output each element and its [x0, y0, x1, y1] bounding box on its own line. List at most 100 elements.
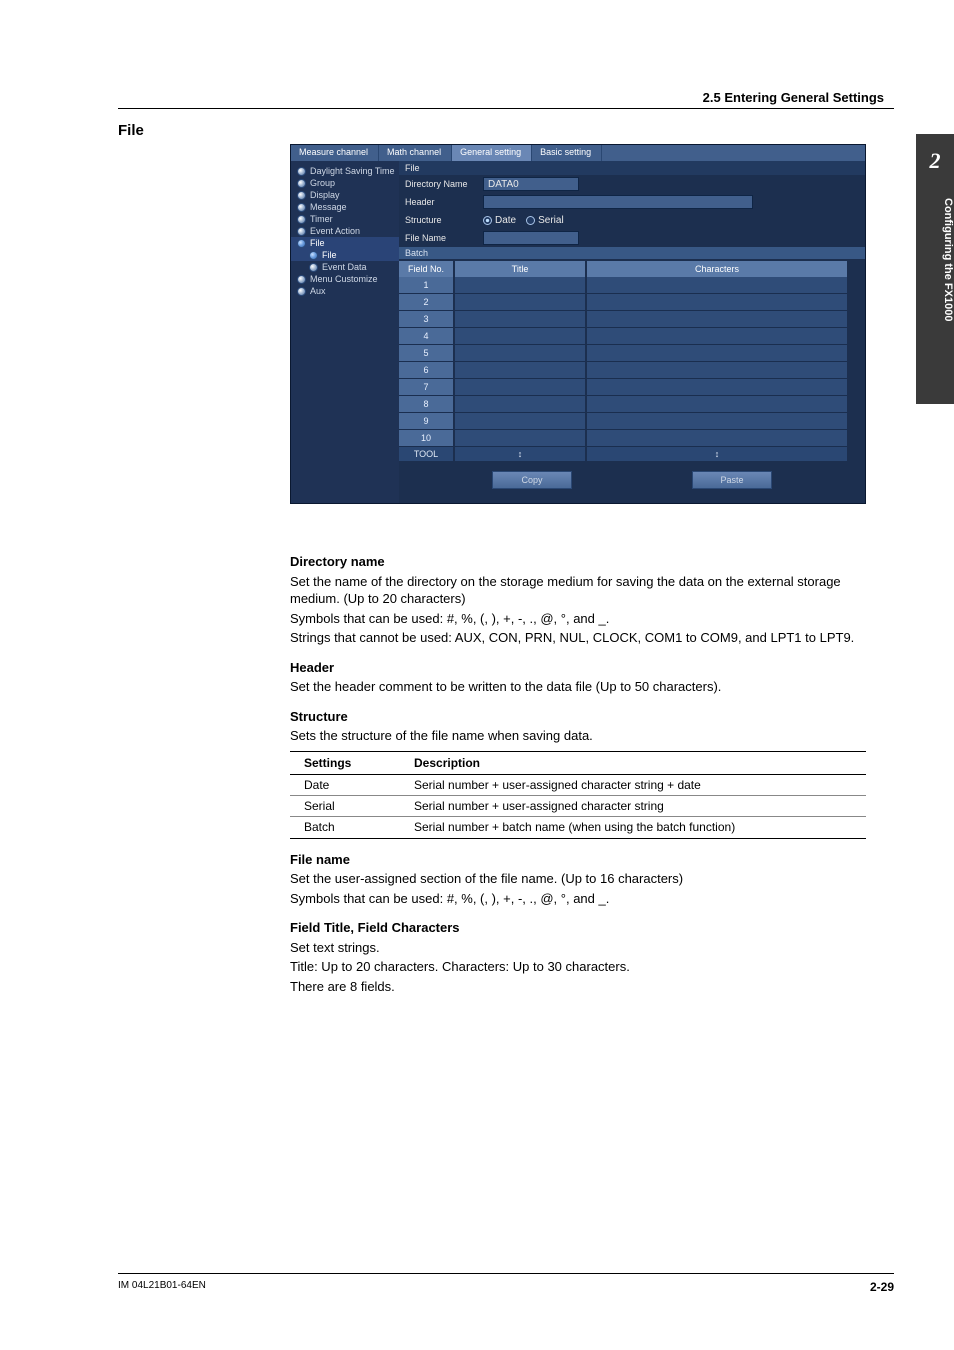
page-footer: IM 04L21B01-64EN 2-29 [118, 1273, 894, 1294]
tab-general-setting[interactable]: General setting [452, 145, 532, 161]
chapter-number: 2 [916, 148, 954, 174]
table-cell: Serial number + user-assigned character … [400, 775, 866, 796]
field-grid: Field No. Title Characters 1 2 3 4 5 6 7… [399, 261, 865, 461]
grid-row-num: 9 [399, 413, 453, 430]
filename-label: File Name [405, 233, 483, 243]
radio-icon [297, 287, 306, 296]
grid-cell-characters[interactable] [587, 328, 847, 345]
sidebar-item-file-sub[interactable]: File [291, 249, 399, 261]
body-text: There are 8 fields. [290, 978, 866, 996]
structure-option-date[interactable]: Date [483, 215, 516, 226]
sidebar-item-aux[interactable]: Aux [291, 285, 399, 297]
grid-cell-title[interactable] [455, 294, 585, 311]
grid-row-num: 5 [399, 345, 453, 362]
radio-icon [297, 239, 306, 248]
chapter-side-tab: 2 Configuring the FX1000 [916, 134, 954, 404]
sidebar-item-menu-customize[interactable]: Menu Customize [291, 273, 399, 285]
table-cell: Date [290, 775, 400, 796]
copy-button[interactable]: Copy [492, 471, 572, 489]
radio-icon [309, 251, 318, 260]
heading-structure: Structure [290, 708, 866, 726]
sidebar-item-label: Event Action [310, 226, 360, 236]
footer-doc-id: IM 04L21B01-64EN [118, 1280, 206, 1294]
grid-cell-characters[interactable] [587, 430, 847, 447]
grid-cell-characters[interactable] [587, 413, 847, 430]
tab-measure-channel[interactable]: Measure channel [291, 145, 379, 161]
body-text: Set the name of the directory on the sto… [290, 573, 866, 608]
sidebar-item-event-action[interactable]: Event Action [291, 225, 399, 237]
grid-cell-title[interactable] [455, 277, 585, 294]
grid-row-num: 4 [399, 328, 453, 345]
heading-file-name: File name [290, 851, 866, 869]
footer-rule [118, 1273, 894, 1274]
sidebar-item-message[interactable]: Message [291, 201, 399, 213]
table-cell: Serial number + batch name (when using t… [400, 817, 866, 838]
grid-header-characters: Characters [587, 261, 847, 277]
grid-row-num: 7 [399, 379, 453, 396]
body-text: Sets the structure of the file name when… [290, 727, 866, 745]
sidebar-item-label: Timer [310, 214, 333, 224]
option-label: Serial [538, 215, 564, 226]
grid-tool-title-scroll[interactable]: ↕ [455, 447, 585, 461]
grid-row-num: 6 [399, 362, 453, 379]
grid-cell-title[interactable] [455, 413, 585, 430]
grid-cell-characters[interactable] [587, 311, 847, 328]
sidebar-item-label: Display [310, 190, 340, 200]
grid-cell-title[interactable] [455, 430, 585, 447]
structure-option-serial[interactable]: Serial [526, 215, 564, 226]
directory-input[interactable]: DATA0 [483, 177, 579, 191]
grid-cell-title[interactable] [455, 362, 585, 379]
grid-header-title: Title [455, 261, 585, 277]
tab-basic-setting[interactable]: Basic setting [532, 145, 602, 161]
body-text: Title: Up to 20 characters. Characters: … [290, 958, 866, 976]
sidebar-item-label: Message [310, 202, 347, 212]
table-header-settings: Settings [290, 751, 400, 774]
sidebar-item-timer[interactable]: Timer [291, 213, 399, 225]
grid-cell-characters[interactable] [587, 294, 847, 311]
header-input[interactable] [483, 195, 753, 209]
sidebar-item-dst[interactable]: Daylight Saving Time [291, 165, 399, 177]
header-rule [118, 108, 894, 109]
radio-icon [297, 203, 306, 212]
body-text: Symbols that can be used: #, %, (, ), +,… [290, 610, 866, 628]
structure-settings-table: Settings Description DateSerial number +… [290, 751, 866, 839]
radio-icon [297, 275, 306, 284]
filename-input[interactable] [483, 231, 579, 245]
grid-cell-title[interactable] [455, 345, 585, 362]
pane-title: File [399, 161, 865, 175]
sidebar-item-label: File [322, 250, 337, 260]
sidebar-item-file[interactable]: File [291, 237, 399, 249]
body-text: Symbols that can be used: #, %, (, ), +,… [290, 890, 866, 908]
radio-icon [297, 227, 306, 236]
grid-cell-characters[interactable] [587, 277, 847, 294]
sidebar-item-group[interactable]: Group [291, 177, 399, 189]
grid-row-num: 2 [399, 294, 453, 311]
sidebar-item-display[interactable]: Display [291, 189, 399, 201]
app-window: Measure channel Math channel General set… [290, 144, 866, 504]
tab-math-channel[interactable]: Math channel [379, 145, 452, 161]
grid-row-num: 1 [399, 277, 453, 294]
grid-cell-characters[interactable] [587, 379, 847, 396]
table-cell: Serial number + user-assigned character … [400, 796, 866, 817]
header-section-title: 2.5 Entering General Settings [703, 90, 884, 105]
sidebar-item-label: File [310, 238, 325, 248]
grid-tool-characters-scroll[interactable]: ↕ [587, 447, 847, 461]
radio-icon [309, 263, 318, 272]
grid-cell-characters[interactable] [587, 345, 847, 362]
grid-row-num: 3 [399, 311, 453, 328]
grid-cell-title[interactable] [455, 379, 585, 396]
paste-button[interactable]: Paste [692, 471, 772, 489]
sidebar-item-label: Event Data [322, 262, 367, 272]
table-header-description: Description [400, 751, 866, 774]
grid-cell-title[interactable] [455, 328, 585, 345]
sidebar-item-label: Daylight Saving Time [310, 166, 395, 176]
grid-cell-title[interactable] [455, 311, 585, 328]
main-tabbar: Measure channel Math channel General set… [291, 145, 865, 161]
heading-field-title-characters: Field Title, Field Characters [290, 919, 866, 937]
grid-cell-title[interactable] [455, 396, 585, 413]
sidebar-item-event-data[interactable]: Event Data [291, 261, 399, 273]
grid-cell-characters[interactable] [587, 362, 847, 379]
section-title: File [118, 122, 144, 139]
grid-cell-characters[interactable] [587, 396, 847, 413]
directory-label: Directory Name [405, 179, 483, 189]
